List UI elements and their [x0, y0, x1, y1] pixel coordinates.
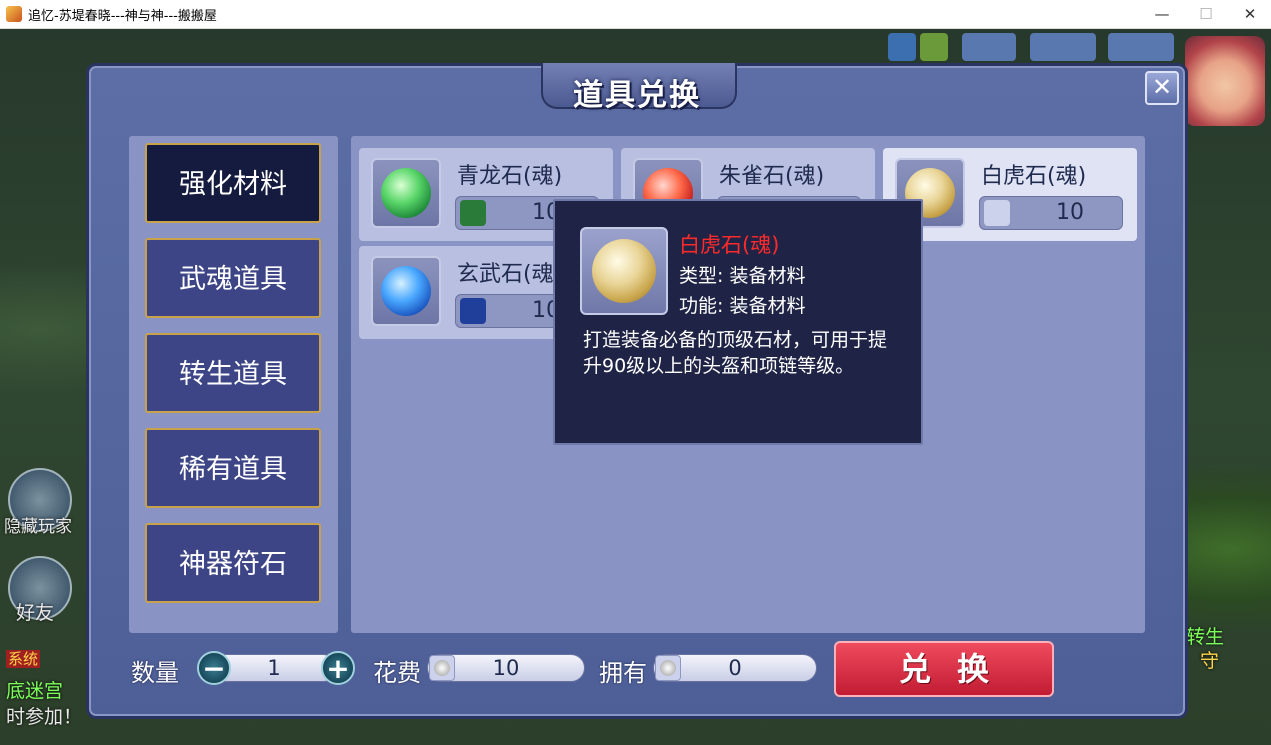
player-avatar[interactable] — [1185, 36, 1265, 126]
top-hud-icon[interactable] — [962, 33, 1016, 61]
tooltip-type: 类型: 装备材料 — [679, 265, 806, 287]
tab-artifact-runes[interactable]: 神器符石 — [145, 523, 321, 603]
increase-quantity-button[interactable]: + — [321, 651, 355, 685]
item-icon-frame — [371, 158, 441, 228]
top-hud-icon[interactable] — [1030, 33, 1096, 61]
white-stone-mini-icon — [984, 200, 1010, 226]
window-title: 追忆-苏堤春晓---神与神---搬搬屋 — [28, 9, 217, 24]
chat-line: 底迷宫 — [6, 680, 64, 702]
item-name: 白虎石(魂) — [981, 164, 1087, 189]
friends-label[interactable]: 好友 — [16, 598, 54, 625]
item-name: 青龙石(魂) — [457, 164, 563, 189]
close-window-button[interactable]: ✕ — [1227, 0, 1271, 28]
tooltip-description: 打造装备必备的顶级石材，可用于提升90级以上的头盔和项链等级。 — [583, 329, 888, 377]
owned-label: 拥有 — [599, 659, 647, 687]
chat-channel-badge: 系统 — [6, 650, 41, 668]
black-tortoise-stone-icon — [381, 266, 431, 316]
blue-stone-mini-icon — [460, 298, 486, 324]
close-dialog-button[interactable]: ✕ — [1145, 71, 1179, 105]
white-stone-owned-icon — [655, 655, 681, 681]
item-tooltip: 白虎石(魂) 类型: 装备材料 功能: 装备材料 打造装备必备的顶级石材，可用于… — [553, 199, 923, 445]
top-hud-icon[interactable] — [888, 33, 916, 61]
top-hud-icon[interactable] — [1108, 33, 1174, 61]
item-name: 朱雀石(魂) — [719, 164, 825, 189]
item-icon-frame — [371, 256, 441, 326]
window-titlebar: 追忆-苏堤春晓---神与神---搬搬屋 — ☐ ✕ — [0, 0, 1271, 29]
tooltip-function: 功能: 装备材料 — [679, 295, 806, 317]
tab-soul-items[interactable]: 武魂道具 — [145, 238, 321, 318]
item-count: 10 — [1056, 200, 1084, 225]
green-stone-mini-icon — [460, 200, 486, 226]
item-quantity: 10 — [979, 196, 1123, 230]
top-hud-icon[interactable] — [920, 33, 948, 61]
decrease-quantity-button[interactable]: − — [197, 651, 231, 685]
tooltip-item-name: 白虎石(魂) — [679, 233, 780, 257]
dialog-title: 道具兑换 — [573, 78, 701, 113]
tooltip-icon-frame — [580, 227, 668, 315]
quantity-label: 数量 — [131, 659, 179, 687]
right-hud-text: 守 — [1200, 650, 1220, 672]
azure-dragon-stone-icon — [381, 168, 431, 218]
item-name: 玄武石(魂) — [457, 262, 563, 287]
app-icon — [6, 6, 22, 22]
exchange-button[interactable]: 兑换 — [834, 641, 1054, 697]
right-hud-text: 转生 — [1186, 626, 1225, 648]
cost-label: 花费 — [373, 659, 421, 687]
chat-area: 系统 — [6, 648, 41, 669]
white-stone-cost-icon — [429, 655, 455, 681]
chat-line: 时参加！ — [6, 706, 83, 728]
white-tiger-stone-icon — [592, 239, 656, 303]
category-tabs-panel: 强化材料 武魂道具 转生道具 稀有道具 神器符石 — [129, 136, 338, 633]
tab-rebirth-items[interactable]: 转生道具 — [145, 333, 321, 413]
hide-players-label[interactable]: 隐藏玩家 — [4, 512, 72, 537]
minimize-button[interactable]: — — [1139, 0, 1185, 28]
tab-enhance-materials[interactable]: 强化材料 — [145, 143, 321, 223]
maximize-button[interactable]: ☐ — [1183, 0, 1229, 28]
tab-rare-items[interactable]: 稀有道具 — [145, 428, 321, 508]
